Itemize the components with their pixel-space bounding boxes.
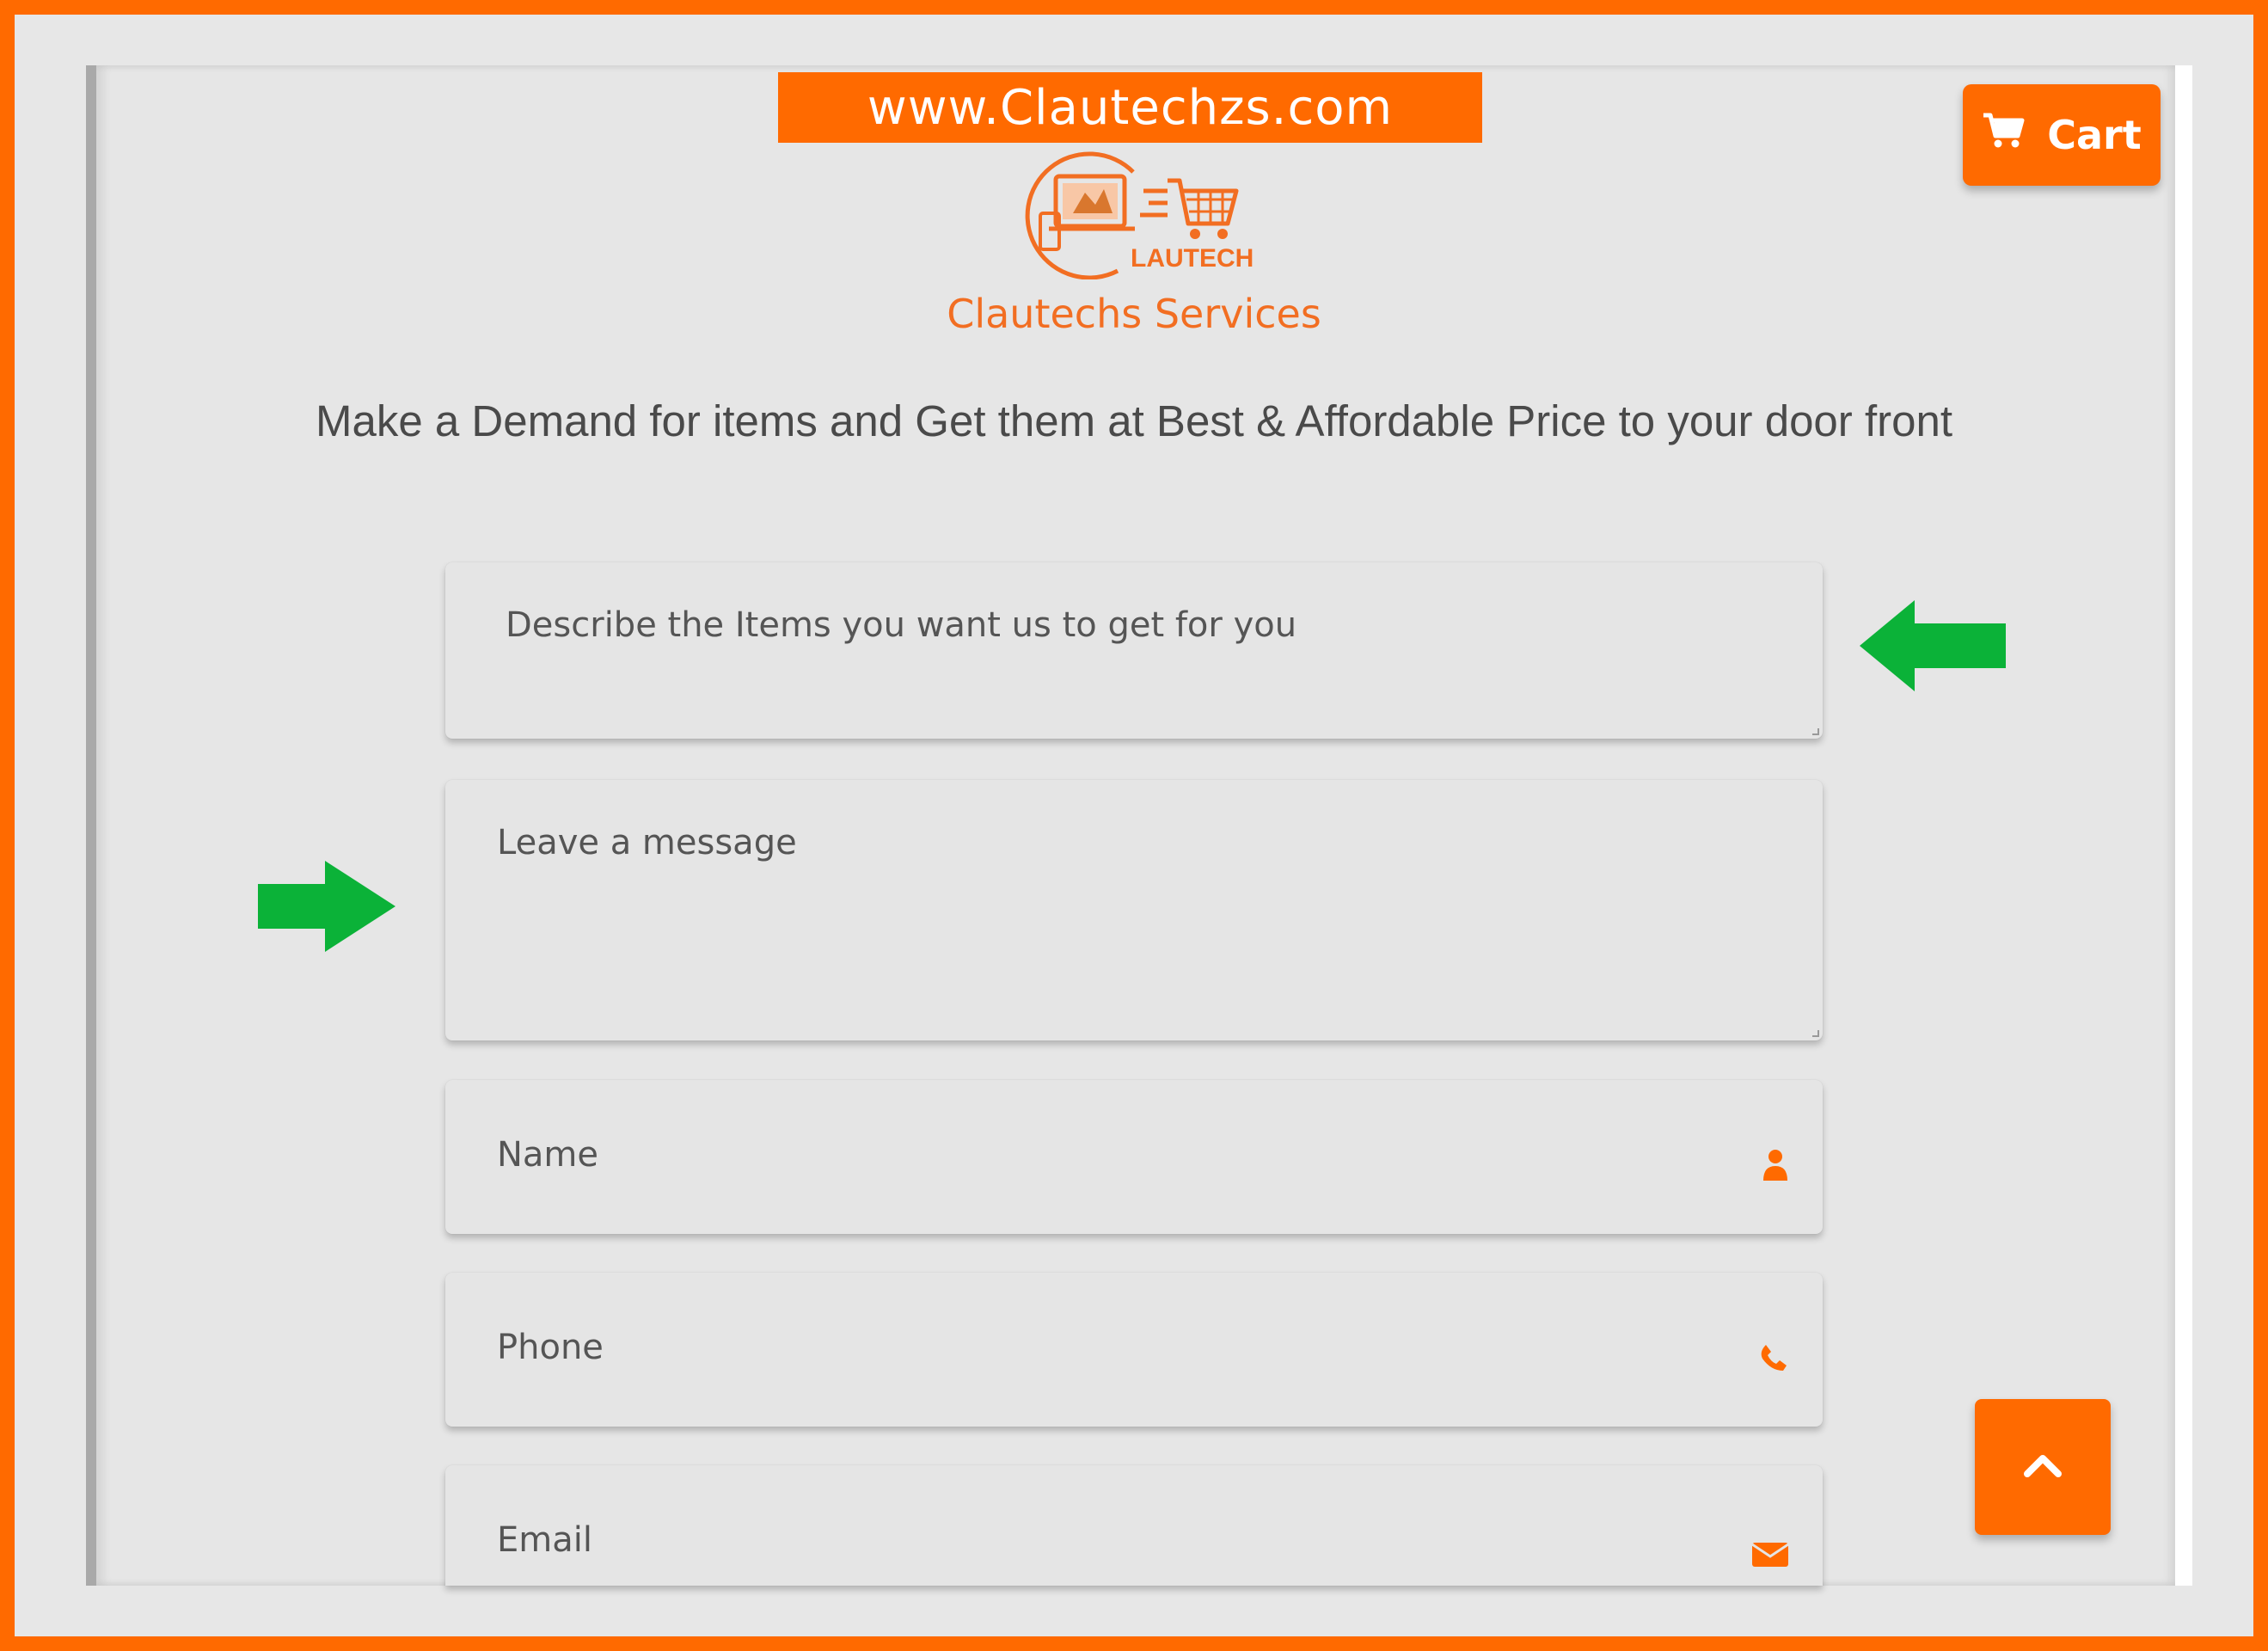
resize-handle[interactable] xyxy=(1812,1030,1819,1037)
email-placeholder: Email xyxy=(497,1520,592,1560)
resize-handle[interactable] xyxy=(1812,728,1819,735)
url-banner: www.Clautechzs.com xyxy=(778,72,1482,143)
items-description-textarea[interactable]: Describe the Items you want us to get fo… xyxy=(445,562,1823,739)
message-textarea[interactable]: Leave a message xyxy=(445,780,1823,1040)
email-input[interactable]: Email xyxy=(445,1465,1823,1586)
user-icon xyxy=(1762,1149,1788,1186)
name-placeholder: Name xyxy=(497,1135,599,1175)
chevron-up-icon xyxy=(2022,1452,2063,1483)
brand-name: Clautechs Services xyxy=(947,291,1321,337)
phone-placeholder: Phone xyxy=(497,1328,604,1367)
shopping-cart-icon xyxy=(1982,112,2025,159)
name-input[interactable]: Name xyxy=(445,1080,1823,1234)
arrow-right-icon xyxy=(258,861,395,956)
page-tagline: Make a Demand for items and Get them at … xyxy=(315,396,1952,445)
cart-label: Cart xyxy=(2047,112,2142,158)
company-logo[interactable]: LAUTECH xyxy=(1014,138,1255,280)
items-description-placeholder: Describe the Items you want us to get fo… xyxy=(506,605,1297,645)
logo-text: LAUTECH xyxy=(1131,244,1254,273)
back-to-top-button[interactable] xyxy=(1975,1399,2111,1535)
arrow-left-icon xyxy=(1860,600,2006,696)
phone-icon xyxy=(1759,1343,1788,1377)
envelope-icon xyxy=(1751,1539,1789,1571)
url-banner-text: www.Clautechzs.com xyxy=(867,79,1394,136)
phone-input[interactable]: Phone xyxy=(445,1273,1823,1427)
cart-button[interactable]: Cart xyxy=(1963,84,2161,186)
message-placeholder: Leave a message xyxy=(497,823,797,862)
